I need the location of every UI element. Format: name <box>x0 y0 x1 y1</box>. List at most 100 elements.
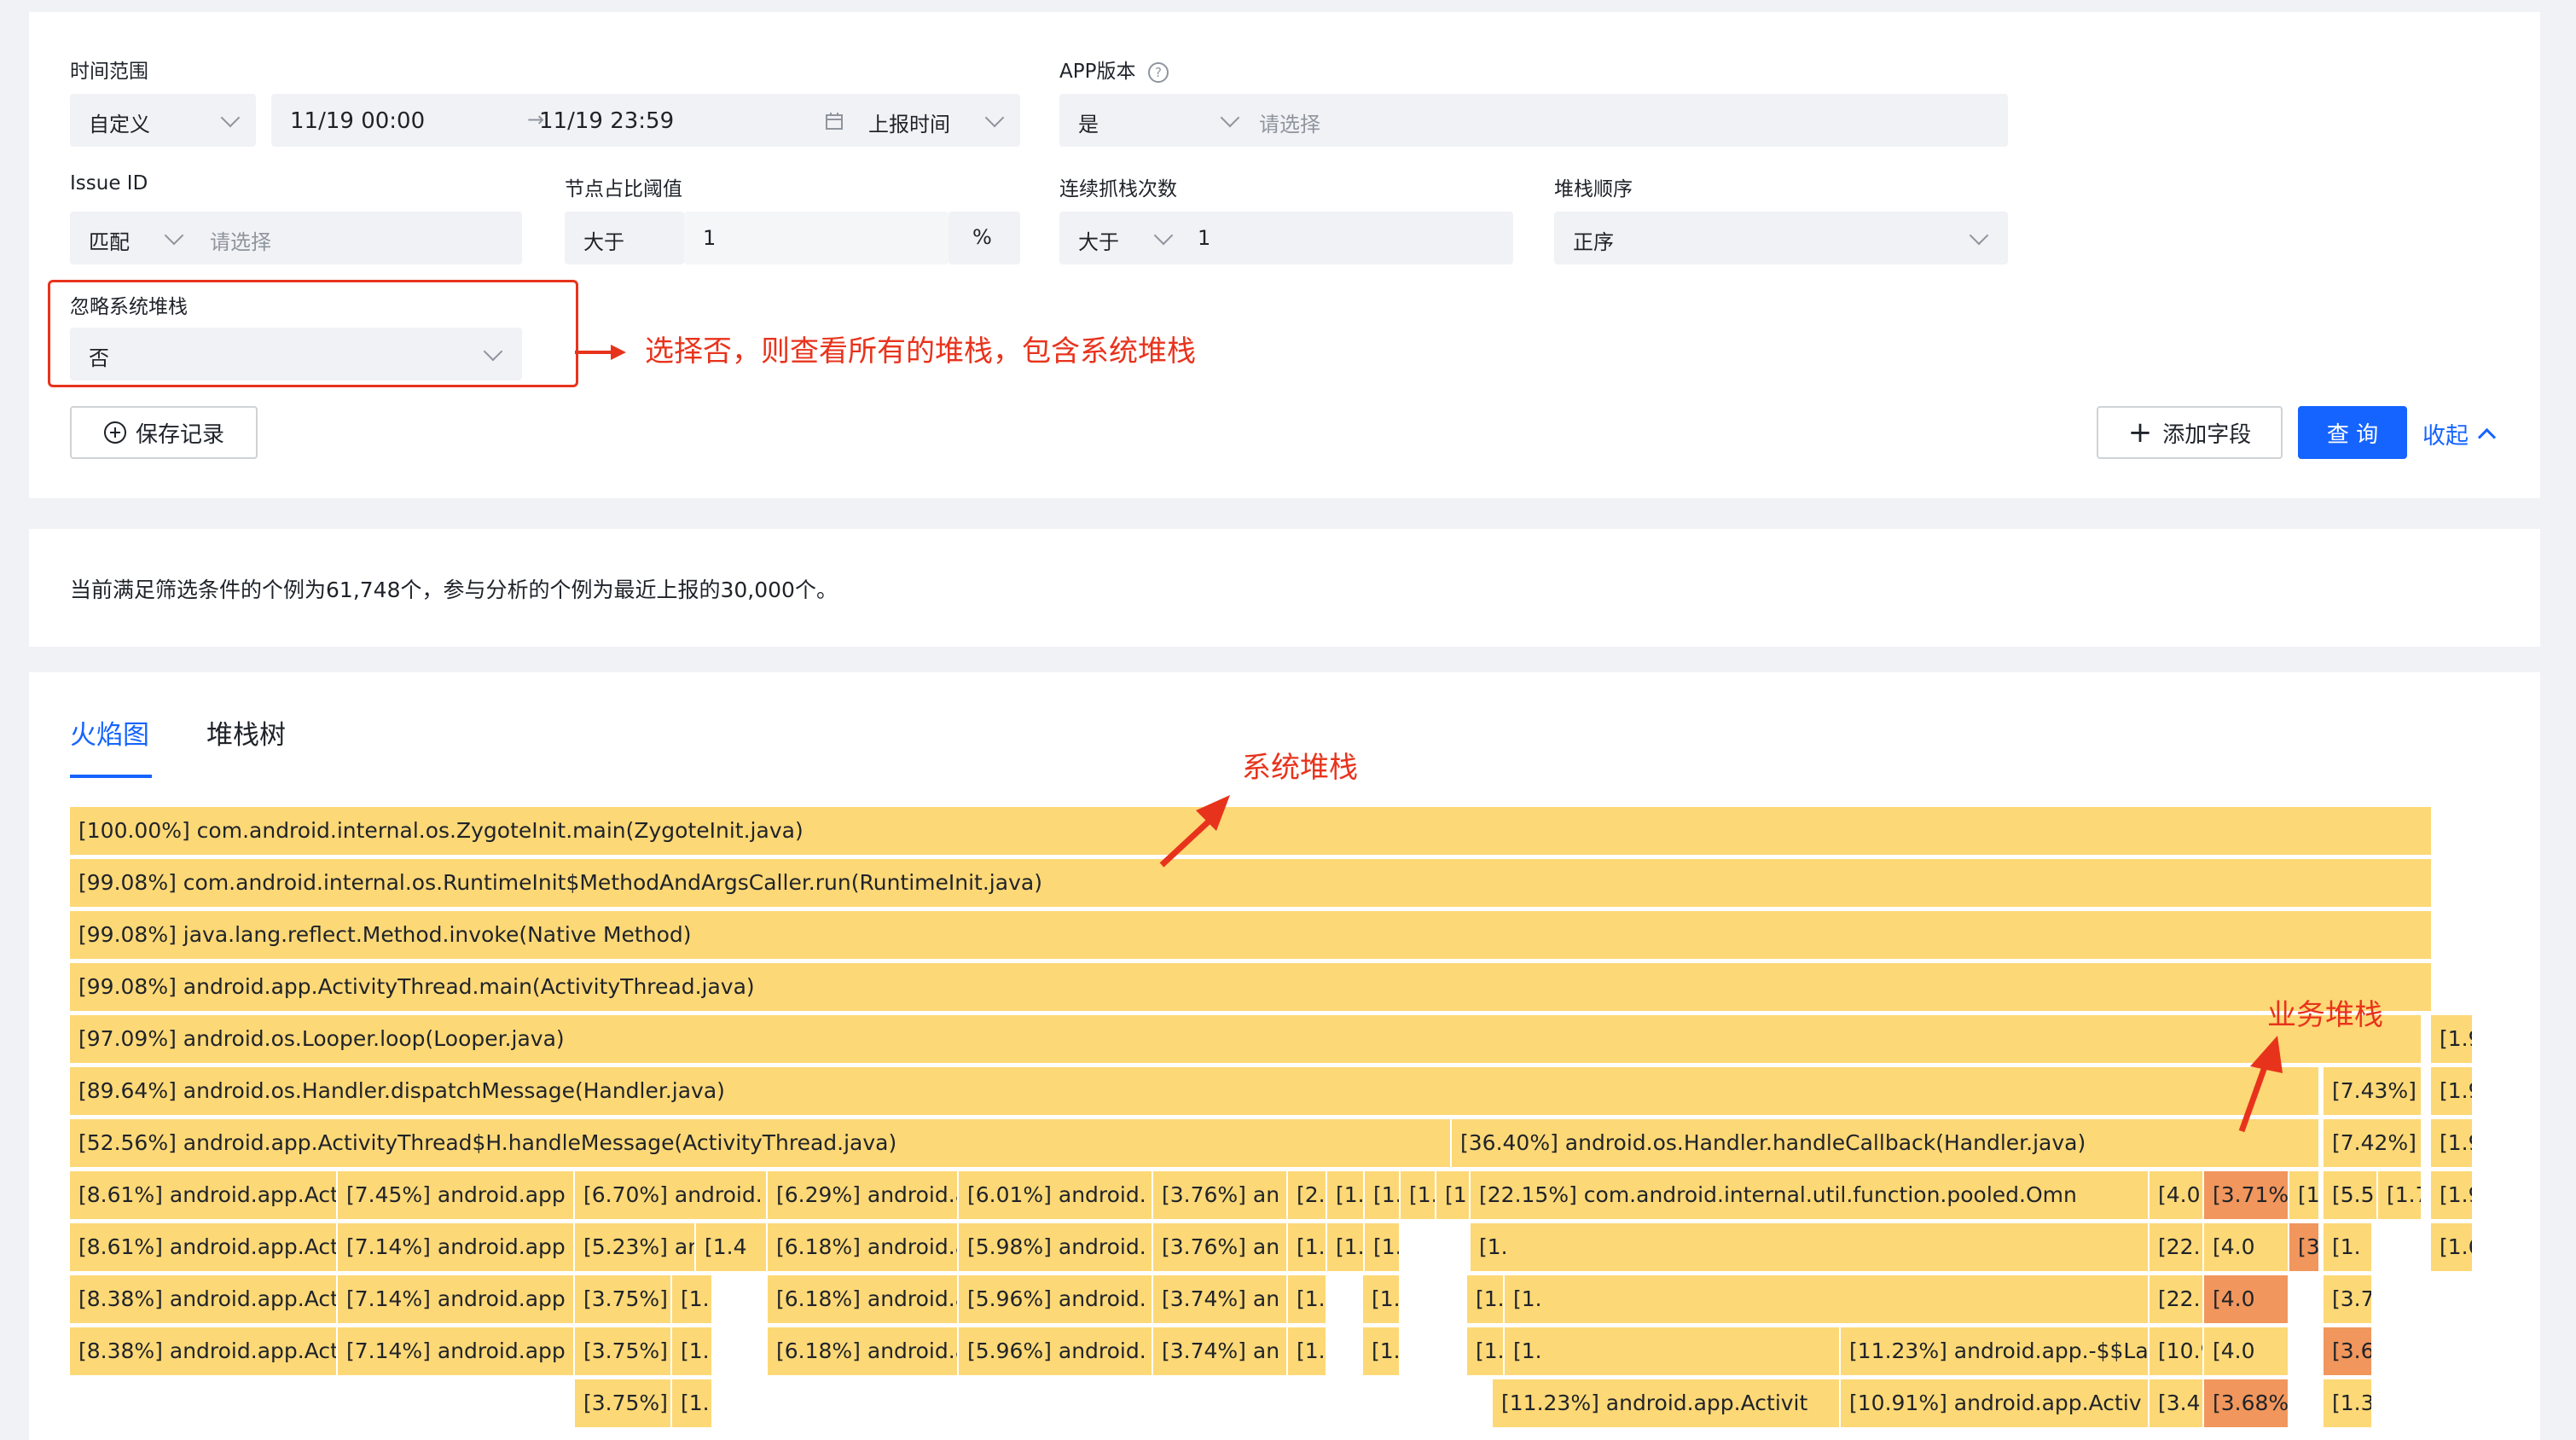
flame-frame[interactable]: [22.15%] com.android.internal.util.funct… <box>2150 1223 2202 1271</box>
flame-frame[interactable]: [6.18%] android.a <box>768 1223 957 1271</box>
flame-frame[interactable]: [3.76%] an <box>1153 1223 1286 1271</box>
flame-frame[interactable]: [1. <box>1363 1327 1399 1375</box>
flame-frame[interactable]: [7.45%] android.app <box>338 1171 573 1219</box>
flame-frame[interactable]: [1. <box>1288 1275 1326 1323</box>
flame-frame[interactable]: [1. <box>672 1327 711 1375</box>
consecutive-op-select[interactable]: 大于 <box>1059 212 1187 264</box>
flame-frame[interactable]: [8.38%] android.app.Act <box>70 1275 336 1323</box>
help-circle-icon[interactable]: ? <box>1147 61 1169 84</box>
flame-frame[interactable]: [3.71% <box>2204 1171 2288 1219</box>
issue-id-input[interactable]: 请选择 <box>191 212 522 264</box>
flame-frame[interactable]: [3.71% <box>2289 1223 2318 1271</box>
flame-frame[interactable]: [10.91%] android.app.Activ <box>1841 1379 2148 1427</box>
flame-frame[interactable]: [3.76%] an <box>1153 1171 1286 1219</box>
add-field-button[interactable]: + 添加字段 <box>2097 406 2283 459</box>
time-type-select[interactable]: 上报时间 <box>850 94 1020 147</box>
flame-frame[interactable]: [11.23%] android.app.Activit <box>1493 1379 1839 1427</box>
node-threshold-input[interactable]: 1 <box>684 212 949 264</box>
flame-frame[interactable]: [6.29%] android.a <box>768 1171 957 1219</box>
stack-order-select[interactable]: 正序 <box>1554 212 2008 264</box>
flame-frame[interactable]: [1.4 <box>696 1223 766 1271</box>
flame-frame[interactable]: [6.18%] android.a <box>768 1327 957 1375</box>
flame-frame[interactable]: [1. <box>1467 1327 1503 1375</box>
flame-frame[interactable]: [3.4 <box>2150 1379 2202 1427</box>
flame-frame[interactable]: [1. <box>1401 1171 1435 1219</box>
flame-frame[interactable]: [1.9 <box>2431 1067 2472 1115</box>
flame-frame[interactable]: [6.18%] android.a <box>768 1275 957 1323</box>
app-version-input[interactable]: 请选择 <box>1240 94 2008 147</box>
flame-frame[interactable]: [1. <box>2324 1223 2371 1271</box>
flame-frame[interactable]: [1.9 <box>2431 1015 2472 1063</box>
flame-frame[interactable]: [36.40%] android.os.Handler.handleCallba… <box>1452 1119 2318 1167</box>
flame-frame[interactable]: [6.70%] android. <box>575 1171 766 1219</box>
flame-frame[interactable]: [8.38%] android.app.Act <box>70 1327 336 1375</box>
flame-frame[interactable]: [7.42%] <box>2324 1119 2421 1167</box>
flame-frame[interactable]: [1. <box>1288 1327 1326 1375</box>
flame-frame[interactable]: [1. <box>1436 1171 1469 1219</box>
flame-frame[interactable]: [97.09%] android.os.Looper.loop(Looper.j… <box>70 1015 2421 1063</box>
flame-frame[interactable]: [7.14%] android.app <box>338 1275 573 1323</box>
flame-frame[interactable]: [5.23%] and <box>575 1223 694 1271</box>
flame-frame[interactable]: [1. <box>2289 1171 2318 1219</box>
flame-frame[interactable]: [4.0 <box>2204 1327 2288 1375</box>
flame-frame[interactable]: [8.61%] android.app.Act <box>70 1223 336 1271</box>
flame-frame[interactable]: [1. <box>1365 1223 1399 1271</box>
ignore-system-select[interactable]: 否 <box>70 328 522 380</box>
flame-frame[interactable]: [1.9 <box>2431 1171 2472 1219</box>
flame-frame[interactable]: [3.75%] <box>575 1379 670 1427</box>
node-threshold-op[interactable]: 大于 <box>565 212 684 264</box>
flame-frame[interactable]: [7.14%] android.app <box>338 1223 573 1271</box>
flame-frame[interactable]: [52.56%] android.app.ActivityThread$H.ha… <box>70 1119 1450 1167</box>
flame-frame[interactable]: [1. <box>1505 1327 1839 1375</box>
flame-frame[interactable]: [3.75%] <box>575 1327 670 1375</box>
flame-frame[interactable]: [2. <box>1288 1171 1326 1219</box>
app-version-mode-select[interactable]: 是 <box>1059 94 1256 147</box>
issue-id-mode-select[interactable]: 匹配 <box>70 212 198 264</box>
flame-frame[interactable]: [5.96%] android. <box>959 1275 1152 1323</box>
flame-frame[interactable]: [1. <box>1471 1223 2148 1271</box>
flame-frame[interactable]: [89.64%] android.os.Handler.dispatchMess… <box>70 1067 2318 1115</box>
flame-frame[interactable]: [1.3 <box>2324 1379 2371 1427</box>
flame-frame[interactable]: [1.7 <box>2378 1171 2421 1219</box>
flame-frame[interactable]: [8.61%] android.app.Act <box>70 1171 336 1219</box>
flame-frame[interactable]: [4.0 <box>2204 1275 2288 1323</box>
flame-frame[interactable]: [4.0 <box>2204 1223 2288 1271</box>
flame-frame[interactable]: [11.23%] android.app.-$$Lamb <box>1841 1327 2148 1375</box>
flame-frame[interactable]: [1.6 <box>2431 1223 2472 1271</box>
flame-frame[interactable]: [3.70% <box>2324 1275 2371 1323</box>
flame-frame[interactable]: [1.9 <box>2431 1119 2472 1167</box>
flame-frame[interactable]: [100.00%] com.android.internal.os.Zygote… <box>70 807 2431 855</box>
flame-frame[interactable]: [3.75%] <box>575 1275 670 1323</box>
flame-frame[interactable]: [1. <box>672 1275 711 1323</box>
flame-frame[interactable]: [22.15%] com.android.internal.util.funct… <box>1471 1171 2148 1219</box>
flame-frame[interactable]: [1. <box>672 1379 711 1427</box>
flame-frame[interactable]: [99.08%] java.lang.reflect.Method.invoke… <box>70 911 2431 959</box>
consecutive-input[interactable]: 1 <box>1179 212 1513 264</box>
flame-frame[interactable]: [99.08%] com.android.internal.os.Runtime… <box>70 859 2431 907</box>
flame-frame[interactable]: [10.91%] android.app.-$$La <box>2150 1327 2202 1375</box>
flame-frame[interactable]: [7.14%] android.app <box>338 1327 573 1375</box>
flame-frame[interactable]: [7.43%] <box>2324 1067 2421 1115</box>
flame-frame[interactable]: [1. <box>1365 1171 1399 1219</box>
query-button[interactable]: 查 询 <box>2298 406 2407 459</box>
save-record-button[interactable]: 保存记录 <box>70 406 258 459</box>
flame-frame[interactable]: [1. <box>1467 1275 1503 1323</box>
flame-frame[interactable]: [22.15%] com.android.internal.util.funct… <box>2150 1275 2202 1323</box>
flame-frame[interactable]: [3.74%] an <box>1153 1275 1286 1323</box>
flame-frame[interactable]: [3.74%] an <box>1153 1327 1286 1375</box>
flame-frame[interactable]: [5.98%] android. <box>959 1223 1152 1271</box>
flame-frame[interactable]: [1. <box>1288 1223 1326 1271</box>
flame-frame[interactable]: [1. <box>1327 1223 1363 1271</box>
flame-frame[interactable]: [3.68% <box>2324 1327 2371 1375</box>
time-range-mode-select[interactable]: 自定义 <box>70 94 256 147</box>
flame-frame[interactable]: [1. <box>1505 1275 2148 1323</box>
flame-frame[interactable]: [5.96%] android. <box>959 1327 1152 1375</box>
flame-frame[interactable]: [3.68% <box>2204 1379 2288 1427</box>
flame-frame[interactable]: [5.5 <box>2324 1171 2376 1219</box>
flame-frame[interactable]: [99.08%] android.app.ActivityThread.main… <box>70 963 2431 1011</box>
collapse-link[interactable]: 收起 <box>2422 417 2497 450</box>
flame-frame[interactable]: [1. <box>1327 1171 1363 1219</box>
flame-frame[interactable]: [1. <box>1363 1275 1399 1323</box>
flame-frame[interactable]: [6.01%] android. <box>959 1171 1152 1219</box>
flame-frame[interactable]: [4.0 <box>2150 1171 2202 1219</box>
